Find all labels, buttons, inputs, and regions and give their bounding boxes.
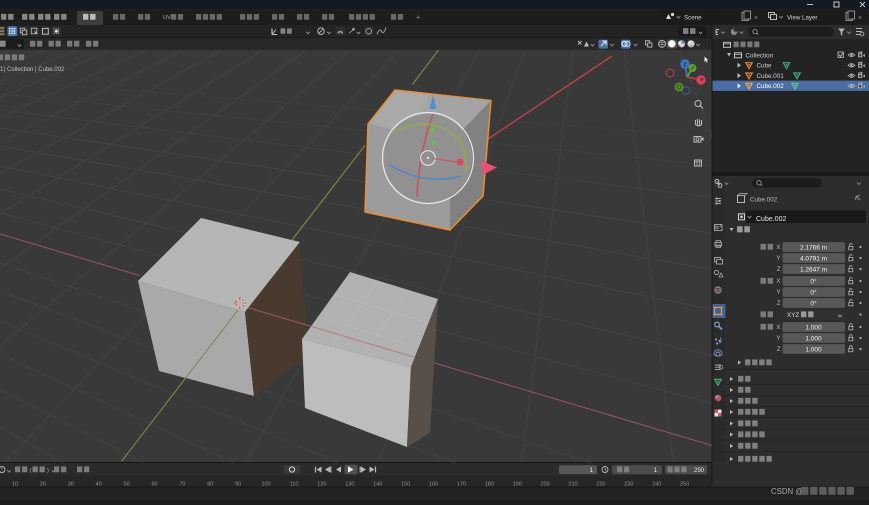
svg-text:240: 240 bbox=[652, 481, 661, 487]
svg-text:50: 50 bbox=[124, 481, 130, 487]
svg-text:170: 170 bbox=[457, 481, 466, 487]
svg-text:250: 250 bbox=[680, 481, 689, 487]
svg-text:230: 230 bbox=[624, 481, 633, 487]
svg-text:1.000: 1.000 bbox=[805, 324, 822, 331]
svg-text:1.000: 1.000 bbox=[805, 335, 822, 342]
svg-text:Cube.002: Cube.002 bbox=[757, 83, 785, 90]
svg-text:80: 80 bbox=[207, 481, 213, 487]
svg-text:150: 150 bbox=[401, 481, 410, 487]
svg-text:CSDN @: CSDN @ bbox=[771, 487, 803, 496]
svg-text:Scene: Scene bbox=[684, 14, 702, 21]
svg-text:4.0791 m: 4.0791 m bbox=[800, 255, 827, 262]
svg-text:1.000: 1.000 bbox=[805, 346, 822, 353]
svg-text:Cube.002: Cube.002 bbox=[750, 197, 778, 204]
svg-text:×: × bbox=[858, 15, 862, 22]
svg-text:Y: Y bbox=[776, 335, 780, 342]
svg-text:0°: 0° bbox=[810, 299, 817, 307]
svg-text:Z: Z bbox=[777, 300, 781, 307]
svg-text:1.2647 m: 1.2647 m bbox=[800, 266, 827, 273]
svg-text:1: 1 bbox=[590, 467, 594, 474]
svg-text:40: 40 bbox=[96, 481, 102, 487]
svg-text:X: X bbox=[776, 324, 780, 331]
svg-text:Cube.002: Cube.002 bbox=[756, 216, 786, 223]
svg-text:Y: Y bbox=[776, 289, 780, 296]
svg-text:Y: Y bbox=[776, 255, 780, 262]
svg-text:210: 210 bbox=[568, 481, 577, 487]
svg-text:100: 100 bbox=[262, 481, 271, 487]
svg-text:30: 30 bbox=[68, 481, 74, 487]
svg-text:X: X bbox=[776, 278, 780, 285]
svg-text:160: 160 bbox=[429, 481, 438, 487]
svg-text:110: 110 bbox=[290, 481, 299, 487]
svg-text:0°: 0° bbox=[810, 288, 817, 296]
svg-text:220: 220 bbox=[596, 481, 605, 487]
svg-text:2.1766 m: 2.1766 m bbox=[800, 244, 827, 251]
svg-text:View Layer: View Layer bbox=[787, 14, 818, 21]
svg-text:Z: Z bbox=[777, 266, 781, 273]
svg-text:130: 130 bbox=[345, 481, 354, 487]
svg-text:70: 70 bbox=[179, 481, 185, 487]
svg-text:1) Collection | Cube.002: 1) Collection | Cube.002 bbox=[0, 67, 65, 73]
svg-text:Cube: Cube bbox=[757, 63, 773, 70]
svg-text:200: 200 bbox=[541, 481, 550, 487]
svg-text:Z: Z bbox=[683, 62, 686, 68]
svg-text:Z: Z bbox=[777, 346, 781, 353]
svg-text:90: 90 bbox=[235, 481, 241, 487]
svg-text:×: × bbox=[754, 15, 758, 22]
svg-text:10: 10 bbox=[12, 481, 18, 487]
svg-text:20: 20 bbox=[40, 481, 46, 487]
svg-text:60: 60 bbox=[151, 481, 157, 487]
svg-text:Cube.001: Cube.001 bbox=[757, 73, 785, 80]
svg-text:(: ( bbox=[30, 468, 32, 474]
svg-text:120: 120 bbox=[317, 481, 326, 487]
svg-text:): ) bbox=[47, 468, 49, 474]
svg-text:180: 180 bbox=[485, 481, 494, 487]
svg-text:XYZ: XYZ bbox=[787, 312, 799, 319]
svg-text:250: 250 bbox=[694, 468, 705, 474]
svg-text:190: 190 bbox=[513, 481, 522, 487]
svg-text:Collection: Collection bbox=[746, 52, 774, 59]
svg-text:140: 140 bbox=[373, 481, 382, 487]
svg-text:X: X bbox=[776, 244, 780, 251]
svg-text:UV: UV bbox=[163, 15, 171, 21]
svg-text:+: + bbox=[416, 15, 420, 22]
svg-text:0°: 0° bbox=[810, 277, 817, 285]
